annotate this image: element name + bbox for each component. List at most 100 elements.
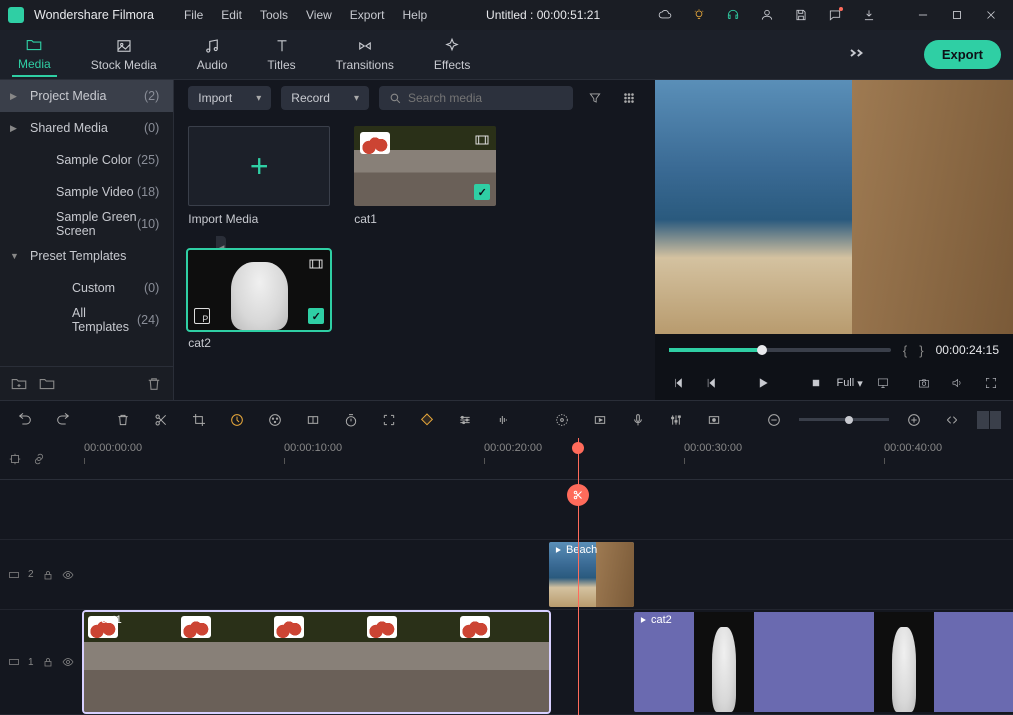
record-dropdown[interactable]: Record — [281, 86, 369, 110]
video-track-icon — [8, 656, 20, 668]
detect-button[interactable] — [376, 407, 402, 433]
stop-button[interactable] — [803, 370, 828, 396]
delete-button[interactable] — [110, 407, 136, 433]
save-icon[interactable] — [787, 1, 815, 29]
zoom-out-button[interactable] — [761, 407, 787, 433]
tab-audio[interactable]: Audio — [191, 33, 234, 76]
undo-button[interactable] — [12, 407, 38, 433]
play-button[interactable] — [751, 370, 776, 396]
message-icon[interactable] — [821, 1, 849, 29]
search-field[interactable] — [408, 91, 563, 105]
keyframe-button[interactable] — [300, 407, 326, 433]
export-button[interactable]: Export — [924, 40, 1001, 69]
zoom-fit-button[interactable] — [939, 407, 965, 433]
sidebar-item[interactable]: All Templates (24) — [0, 304, 173, 336]
sidebar-item-count: (24) — [137, 313, 159, 327]
menu-help[interactable]: Help — [394, 4, 435, 26]
add-marker-button[interactable] — [701, 407, 727, 433]
crop-button[interactable] — [186, 407, 212, 433]
sidebar-item[interactable]: Sample Color (25) — [0, 144, 173, 176]
time-ruler[interactable]: 00:00:00:00 00:00:10:00 00:00:20:00 00:0… — [84, 438, 1013, 479]
lock-icon[interactable] — [42, 569, 54, 581]
media-item-cat2[interactable]: cat2 — [188, 250, 330, 350]
video-track-1[interactable]: 1 cat1 cat2 — [0, 610, 1013, 715]
fullscreen-button[interactable] — [978, 370, 1003, 396]
visibility-icon[interactable] — [62, 656, 74, 668]
menu-edit[interactable]: Edit — [213, 4, 250, 26]
download-icon[interactable] — [855, 1, 883, 29]
sidebar-item[interactable]: Preset Templates — [0, 240, 173, 272]
filter-icon[interactable] — [583, 86, 607, 110]
track-index: 2 — [28, 569, 34, 580]
delete-icon[interactable] — [145, 375, 163, 393]
snapshot-button[interactable] — [912, 370, 937, 396]
menu-tools[interactable]: Tools — [252, 4, 296, 26]
split-at-playhead-button[interactable] — [567, 484, 589, 506]
clip-cat2[interactable]: cat2 — [634, 612, 1013, 712]
sidebar-item[interactable]: Sample Video (18) — [0, 176, 173, 208]
adjust-button[interactable] — [452, 407, 478, 433]
playhead[interactable] — [578, 438, 579, 715]
ruler-tick: 00:00:30:00 — [684, 442, 742, 454]
menu-view[interactable]: View — [298, 4, 340, 26]
cloud-icon[interactable] — [651, 1, 679, 29]
minimize-button[interactable] — [909, 1, 937, 29]
clip-beach[interactable]: Beach — [549, 542, 634, 607]
sidebar-item[interactable]: Shared Media (0) — [0, 112, 173, 144]
tab-titles[interactable]: Titles — [261, 33, 301, 76]
account-icon[interactable] — [753, 1, 781, 29]
media-item-cat1[interactable]: cat1 — [354, 126, 496, 226]
step-back-button[interactable] — [698, 370, 723, 396]
display-icon[interactable] — [871, 370, 896, 396]
redo-button[interactable] — [50, 407, 76, 433]
add-folder-icon[interactable] — [10, 375, 28, 393]
menu-export[interactable]: Export — [342, 4, 393, 26]
prev-frame-button[interactable] — [665, 370, 690, 396]
menu-file[interactable]: File — [176, 4, 211, 26]
snap-icon[interactable] — [8, 452, 22, 466]
audio-mixer-button[interactable] — [663, 407, 689, 433]
quality-dropdown[interactable]: Full ▾ — [836, 377, 862, 390]
sidebar-item-count: (2) — [144, 89, 159, 103]
grid-view-icon[interactable] — [617, 86, 641, 110]
more-tabs-button[interactable] — [848, 47, 866, 62]
mark-in-button[interactable]: { — [903, 343, 907, 358]
idea-icon[interactable] — [685, 1, 713, 29]
folder-icon[interactable] — [38, 375, 56, 393]
tab-stock-media[interactable]: Stock Media — [85, 33, 163, 76]
tab-media[interactable]: Media — [12, 32, 57, 77]
duration-button[interactable] — [338, 407, 364, 433]
clip-cat1[interactable]: cat1 — [84, 612, 549, 712]
render-button[interactable] — [587, 407, 613, 433]
import-media-tile[interactable]: + Import Media — [188, 126, 330, 226]
sidebar-item[interactable]: Sample Green Screen (10) — [0, 208, 173, 240]
audio-wave-button[interactable] — [490, 407, 516, 433]
maximize-button[interactable] — [943, 1, 971, 29]
marker-button[interactable] — [414, 407, 440, 433]
voiceover-button[interactable] — [625, 407, 651, 433]
support-icon[interactable] — [719, 1, 747, 29]
visibility-icon[interactable] — [62, 569, 74, 581]
preview-viewport[interactable] — [655, 80, 1013, 334]
mark-out-button[interactable]: } — [919, 343, 923, 358]
tab-transitions[interactable]: Transitions — [330, 33, 400, 76]
preview-scrubber[interactable] — [669, 348, 891, 352]
track-size-button[interactable] — [977, 411, 1001, 429]
zoom-slider[interactable] — [799, 418, 889, 421]
speed-button[interactable] — [224, 407, 250, 433]
search-input[interactable] — [379, 86, 573, 110]
import-dropdown[interactable]: Import — [188, 86, 271, 110]
mix-button[interactable] — [549, 407, 575, 433]
link-icon[interactable] — [32, 452, 46, 466]
tab-effects[interactable]: Effects — [428, 33, 476, 76]
close-button[interactable] — [977, 1, 1005, 29]
sidebar-item[interactable]: Custom (0) — [0, 272, 173, 304]
video-track-2[interactable]: 2 Beach — [0, 540, 1013, 610]
volume-button[interactable] — [945, 370, 970, 396]
zoom-in-button[interactable] — [901, 407, 927, 433]
color-button[interactable] — [262, 407, 288, 433]
sidebar-item[interactable]: Project Media (2) — [0, 80, 173, 112]
split-button[interactable] — [148, 407, 174, 433]
sidebar-item-label: Shared Media — [30, 121, 144, 135]
lock-icon[interactable] — [42, 656, 54, 668]
